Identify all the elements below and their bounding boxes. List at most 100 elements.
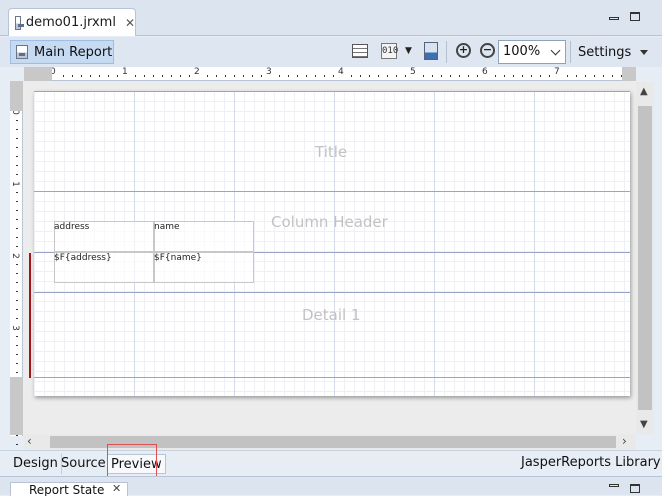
ruler-tick (315, 75, 316, 77)
report-state-tab[interactable]: Report State (10, 482, 128, 496)
scroll-up-icon[interactable]: ▲ (640, 86, 648, 97)
column-header-text: name (154, 222, 180, 232)
ruler-tick (162, 75, 163, 77)
tab-design[interactable]: Design (10, 454, 62, 474)
ruler-tick (306, 75, 307, 77)
ruler-tick-label: 1 (9, 181, 20, 187)
ruler-tick (225, 75, 226, 77)
ruler-tick (16, 273, 18, 274)
ruler-tick (504, 75, 505, 77)
ruler-tick (396, 75, 397, 77)
ruler-tick (16, 210, 18, 211)
grid-line (334, 91, 335, 396)
ruler-tick (16, 138, 18, 139)
ruler-tick (90, 75, 91, 77)
ruler-tick (261, 75, 262, 77)
ruler-tick (99, 75, 100, 77)
ruler-tick (576, 75, 577, 77)
scroll-left-icon[interactable]: ‹ (27, 434, 32, 448)
ruler-tick (189, 75, 190, 77)
maximize-icon[interactable] (630, 484, 640, 493)
ruler-tick (297, 75, 298, 77)
minimize-icon[interactable] (609, 484, 619, 487)
close-icon[interactable]: ✕ (112, 482, 121, 495)
ruler-tick (468, 75, 469, 77)
ruler-tick-label: 5 (410, 67, 416, 77)
ruler-tick (81, 75, 82, 77)
snap-dropdown-icon[interactable]: ▼ (405, 46, 412, 56)
ruler-tick (477, 75, 478, 77)
ruler-tick-label: 6 (482, 67, 488, 77)
scroll-down-icon[interactable]: ▼ (640, 419, 648, 430)
grid-line (434, 91, 435, 396)
zoom-out-icon[interactable]: − (480, 43, 495, 58)
ruler-tick (432, 75, 433, 77)
snap-icon[interactable]: 010 (381, 43, 398, 59)
scroll-right-icon[interactable]: › (622, 434, 627, 448)
ruler-tick (16, 345, 18, 346)
ruler-tick (63, 75, 64, 77)
zoom-in-icon[interactable]: + (456, 43, 471, 58)
ruler-tick-label: 2 (194, 67, 200, 77)
ruler-tick (180, 75, 181, 77)
export-icon[interactable] (424, 42, 438, 60)
detail-field-text: $F{name} (154, 253, 202, 263)
band-separator (34, 91, 630, 92)
editor-tab-demo01[interactable]: demo01.jrxml ✕ (8, 8, 136, 36)
ruler-tick (378, 75, 379, 77)
ruler-tick (135, 75, 136, 77)
maximize-icon[interactable] (630, 12, 640, 21)
ruler-tick (423, 75, 424, 77)
grid-line (534, 91, 535, 396)
ruler-tick (594, 75, 595, 77)
ruler-tick (549, 75, 550, 77)
tab-source[interactable]: Source (58, 454, 110, 474)
ruler-tick (16, 246, 18, 247)
ruler-tick (72, 75, 73, 77)
ruler-tick-label: 4 (338, 67, 344, 77)
settings-dropdown-icon[interactable] (640, 50, 648, 55)
grid-icon[interactable] (352, 44, 368, 58)
ruler-tick (603, 75, 604, 77)
ruler-tick (16, 165, 18, 166)
editor-tab-title: demo01.jrxml (25, 15, 116, 30)
report-file-icon (15, 15, 24, 30)
ruler-tick (16, 300, 18, 301)
ruler-tick-label: 7 (554, 67, 560, 77)
ruler-tick (333, 75, 334, 77)
ruler-tick (16, 201, 18, 202)
ruler-tick (144, 75, 145, 77)
minimize-icon[interactable] (609, 12, 619, 20)
ruler-tick (108, 75, 109, 77)
ruler-tick (171, 75, 172, 77)
ruler-tick (441, 75, 442, 77)
column-header-text: address (54, 222, 90, 232)
ruler-tick (279, 75, 280, 77)
ruler-tick (612, 75, 613, 77)
report-toolbar: Main Report 010 ▼ + − 100% Settings (0, 37, 662, 67)
main-report-icon (16, 45, 28, 59)
ruler-tick (585, 75, 586, 77)
ruler-tick (16, 354, 18, 355)
toolbar-separator (446, 41, 447, 63)
close-icon[interactable]: ✕ (125, 16, 135, 30)
ruler-margin (10, 377, 23, 435)
vertical-scrollbar-thumb[interactable] (638, 106, 652, 410)
ruler-tick (531, 75, 532, 77)
ruler-tick (16, 129, 18, 130)
ruler-tick (16, 219, 18, 220)
ruler-margin (622, 67, 636, 81)
ruler-tick (207, 75, 208, 77)
main-report-button[interactable]: Main Report (10, 40, 114, 64)
ruler-tick-label: 2 (9, 253, 20, 259)
ruler-tick (522, 75, 523, 77)
ruler-tick (405, 75, 406, 77)
band-resize-marker[interactable] (29, 253, 31, 378)
ruler-tick (16, 174, 18, 175)
report-page[interactable]: Title Column Header Detail 1 address nam… (34, 91, 630, 396)
settings-button[interactable]: Settings (578, 45, 631, 60)
ruler-tick (450, 75, 451, 77)
ruler-tick (16, 291, 18, 292)
ruler-tick (16, 336, 18, 337)
toolbar-separator (570, 41, 571, 63)
